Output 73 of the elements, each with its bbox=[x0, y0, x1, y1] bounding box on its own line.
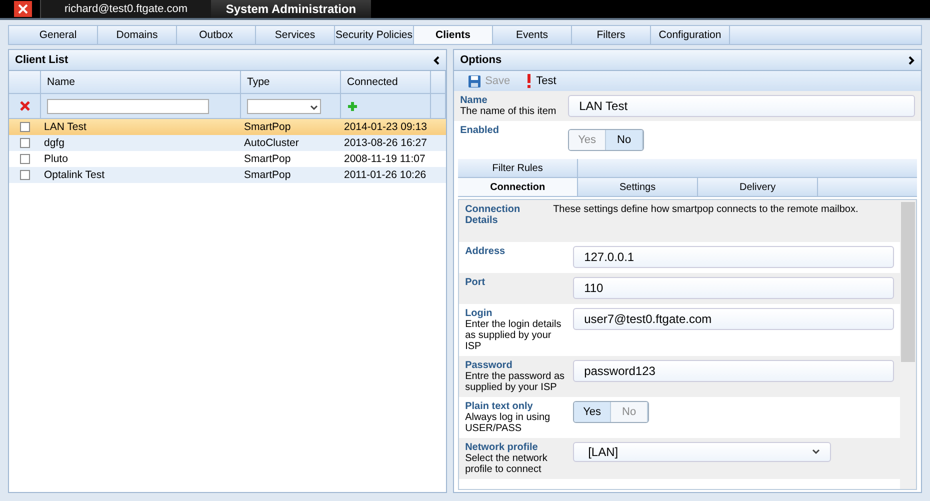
tab[interactable]: Delivery bbox=[698, 178, 818, 196]
column-header[interactable]: Name bbox=[47, 76, 76, 88]
table-cell[interactable]: Pluto bbox=[41, 151, 241, 167]
collapse-button[interactable] bbox=[433, 56, 440, 64]
column-header[interactable]: Type bbox=[247, 76, 270, 88]
text-field[interactable]: password123 bbox=[573, 360, 894, 382]
caret-icon bbox=[810, 447, 822, 457]
text-field[interactable]: 110 bbox=[573, 277, 894, 299]
expand-button[interactable] bbox=[908, 56, 915, 64]
table-row[interactable]: Optalink Test SmartPop 2011-01-26 10:26 bbox=[9, 167, 446, 183]
field-label: Network profile bbox=[465, 442, 539, 453]
save-icon bbox=[468, 74, 482, 88]
exclamation-icon bbox=[526, 74, 532, 88]
user-tab[interactable]: richard@test0.ftgate.com bbox=[40, 0, 211, 18]
row-checkbox[interactable] bbox=[20, 154, 30, 164]
yes-no-toggle[interactable]: Yes No bbox=[568, 129, 644, 151]
field-hint: Select the network profile to connect bbox=[465, 453, 548, 475]
table-cell[interactable]: 2013-08-26 16:27 bbox=[341, 135, 431, 151]
tab[interactable]: General bbox=[19, 26, 98, 44]
tab[interactable]: Outbox bbox=[177, 26, 256, 44]
table-cell[interactable]: 2014-01-23 09:13 bbox=[341, 119, 431, 135]
tab[interactable]: Domains bbox=[98, 26, 177, 44]
table-cell[interactable]: LAN Test bbox=[41, 119, 241, 135]
name-field[interactable]: LAN Test bbox=[568, 95, 915, 117]
table-cell[interactable]: SmartPop bbox=[241, 119, 341, 135]
tab[interactable]: Connection bbox=[458, 178, 578, 196]
close-button[interactable] bbox=[14, 1, 32, 17]
tab[interactable]: Filters bbox=[572, 26, 651, 44]
type-filter-dropdown[interactable] bbox=[247, 98, 321, 114]
caret-icon bbox=[308, 102, 320, 112]
text-field[interactable]: 127.0.0.1 bbox=[573, 246, 894, 268]
field-label: Port bbox=[465, 277, 486, 288]
table-cell[interactable]: AutoCluster bbox=[241, 135, 341, 151]
tab[interactable]: Events bbox=[493, 26, 572, 44]
field-label: Name bbox=[460, 95, 488, 106]
table-cell[interactable]: 2008-11-19 11:07 bbox=[341, 151, 431, 167]
field-hint: Enter the login details as supplied by your ISP bbox=[465, 319, 562, 352]
network-profile-dropdown[interactable]: [LAN] bbox=[573, 442, 832, 462]
table-row[interactable]: LAN Test SmartPop 2014-01-23 09:13 bbox=[9, 119, 446, 135]
table-cell[interactable]: 2011-01-26 10:26 bbox=[341, 167, 431, 183]
field-label: Password bbox=[465, 360, 514, 371]
row-checkbox[interactable] bbox=[20, 122, 30, 132]
text-field[interactable]: user7@test0.ftgate.com bbox=[573, 308, 894, 330]
table-cell[interactable]: SmartPop bbox=[241, 167, 341, 183]
tab[interactable]: Settings bbox=[578, 178, 698, 196]
field-hint: Entre the password as supplied by your ISP bbox=[465, 371, 566, 393]
column-header[interactable]: Connected bbox=[347, 76, 398, 88]
field-label: Plain text only bbox=[465, 401, 534, 412]
row-checkbox[interactable] bbox=[20, 170, 30, 180]
section-description: These settings define how smartpop connects to the remote mailbox. bbox=[553, 204, 858, 217]
panel-title: Client List bbox=[15, 54, 68, 66]
tab[interactable]: Services bbox=[256, 26, 335, 44]
name-filter-field[interactable] bbox=[47, 98, 209, 114]
scrollbar[interactable] bbox=[900, 200, 916, 489]
tab[interactable]: Configuration bbox=[651, 26, 730, 44]
table-row[interactable]: dgfg AutoCluster 2013-08-26 16:27 bbox=[9, 135, 446, 151]
field-label: Login bbox=[465, 308, 494, 319]
panel-title: Options bbox=[460, 54, 502, 66]
field-hint: Always log in using USER/PASS bbox=[465, 412, 552, 434]
field-label: Address bbox=[465, 246, 506, 257]
section-label: Connection Details bbox=[465, 204, 522, 226]
table-cell[interactable]: Optalink Test bbox=[41, 167, 241, 183]
test-button[interactable]: Test bbox=[526, 74, 556, 88]
table-cell[interactable]: SmartPop bbox=[241, 151, 341, 167]
add-icon[interactable] bbox=[347, 100, 358, 112]
field-hint: The name of this item bbox=[460, 106, 558, 117]
delete-icon[interactable] bbox=[19, 100, 31, 112]
yes-no-toggle[interactable]: Yes No bbox=[573, 401, 650, 423]
field-label: Enabled bbox=[460, 125, 500, 136]
tab[interactable]: Clients bbox=[414, 26, 493, 44]
row-checkbox[interactable] bbox=[20, 138, 30, 148]
window-title: System Administration bbox=[211, 0, 371, 18]
table-cell[interactable]: dgfg bbox=[41, 135, 241, 151]
